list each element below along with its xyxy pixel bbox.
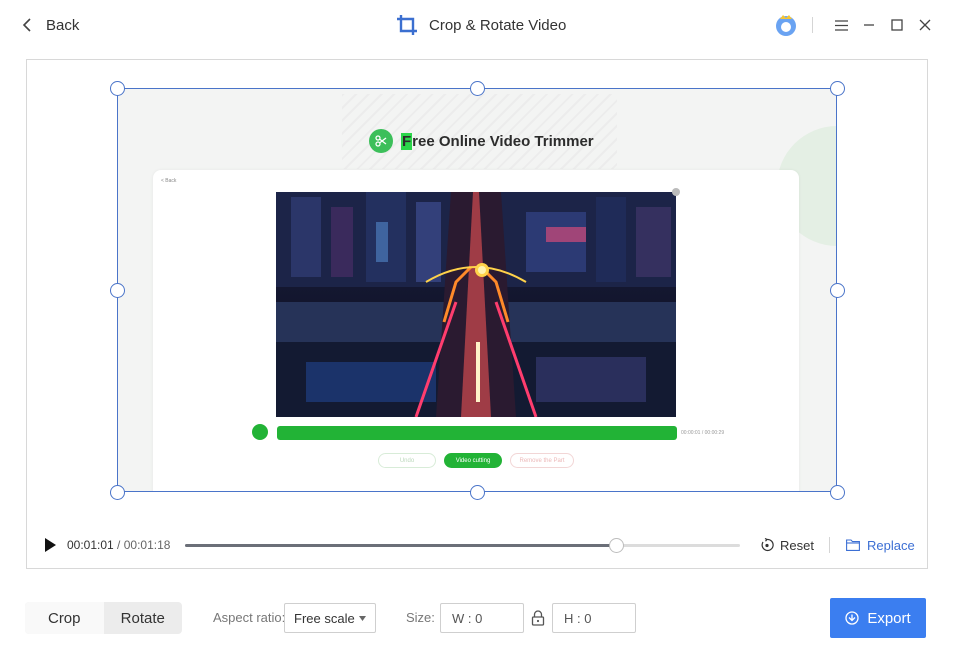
crop-handle-bottom-left[interactable]: [110, 485, 125, 500]
export-button[interactable]: Export: [830, 598, 926, 638]
crop-handle-top-right[interactable]: [830, 81, 845, 96]
title-bar: Back Crop & Rotate Video: [0, 0, 953, 50]
reset-button[interactable]: Reset: [760, 536, 814, 554]
minimize-button[interactable]: [855, 11, 883, 39]
seek-bar-progress: [185, 544, 617, 547]
crop-handle-bottom[interactable]: [470, 485, 485, 500]
minimize-icon: [864, 24, 874, 26]
maximize-icon: [891, 19, 903, 31]
playback-time: 00:01:01 / 00:01:18: [67, 538, 170, 552]
seek-bar[interactable]: [185, 538, 740, 553]
export-icon: [845, 611, 859, 625]
time-separator: /: [113, 538, 124, 552]
aspect-ratio-value: Free scale: [294, 610, 355, 626]
crop-handle-left[interactable]: [110, 283, 125, 298]
reset-icon: [761, 538, 774, 552]
aspect-ratio-label: Aspect ratio:: [213, 610, 286, 625]
crop-icon: [397, 15, 417, 35]
video-preview: Free Online Video Trimmer < Back 00:00:0…: [26, 59, 928, 569]
crop-handle-top[interactable]: [470, 81, 485, 96]
export-label: Export: [867, 609, 911, 627]
total-time: 00:01:18: [123, 538, 171, 552]
window-controls: [774, 10, 939, 40]
folder-icon: [846, 539, 860, 551]
width-input[interactable]: W : 0: [440, 603, 524, 633]
page-title: Crop & Rotate Video: [429, 16, 567, 34]
tab-crop[interactable]: Crop: [25, 602, 104, 634]
crop-box[interactable]: [117, 88, 837, 492]
window-title: Crop & Rotate Video: [396, 12, 566, 38]
divider: [829, 537, 830, 553]
back-button[interactable]: Back: [22, 13, 79, 37]
height-input[interactable]: H : 0: [552, 603, 636, 633]
play-icon[interactable]: [44, 538, 56, 552]
crop-handle-bottom-right[interactable]: [830, 485, 845, 500]
mode-tabs: Crop Rotate: [25, 602, 182, 634]
replace-button[interactable]: Replace: [846, 536, 915, 554]
crop-handle-right[interactable]: [830, 283, 845, 298]
close-button[interactable]: [911, 11, 939, 39]
caret-down-icon: [359, 616, 366, 621]
lock-icon[interactable]: [531, 610, 545, 626]
user-avatar-icon[interactable]: [774, 13, 798, 37]
menu-button[interactable]: [827, 11, 855, 39]
aspect-ratio-select[interactable]: Free scale: [284, 603, 376, 633]
current-time: 00:01:01: [67, 538, 114, 552]
divider: [812, 17, 813, 33]
reset-label: Reset: [780, 537, 814, 553]
back-label: Back: [46, 16, 80, 34]
crop-handle-top-left[interactable]: [110, 81, 125, 96]
tab-rotate[interactable]: Rotate: [104, 602, 183, 634]
close-icon: [919, 19, 931, 31]
menu-icon: [834, 19, 848, 31]
maximize-button[interactable]: [883, 11, 911, 39]
chevron-left-icon: [22, 18, 31, 32]
replace-label: Replace: [867, 537, 915, 553]
size-label: Size:: [406, 610, 435, 625]
